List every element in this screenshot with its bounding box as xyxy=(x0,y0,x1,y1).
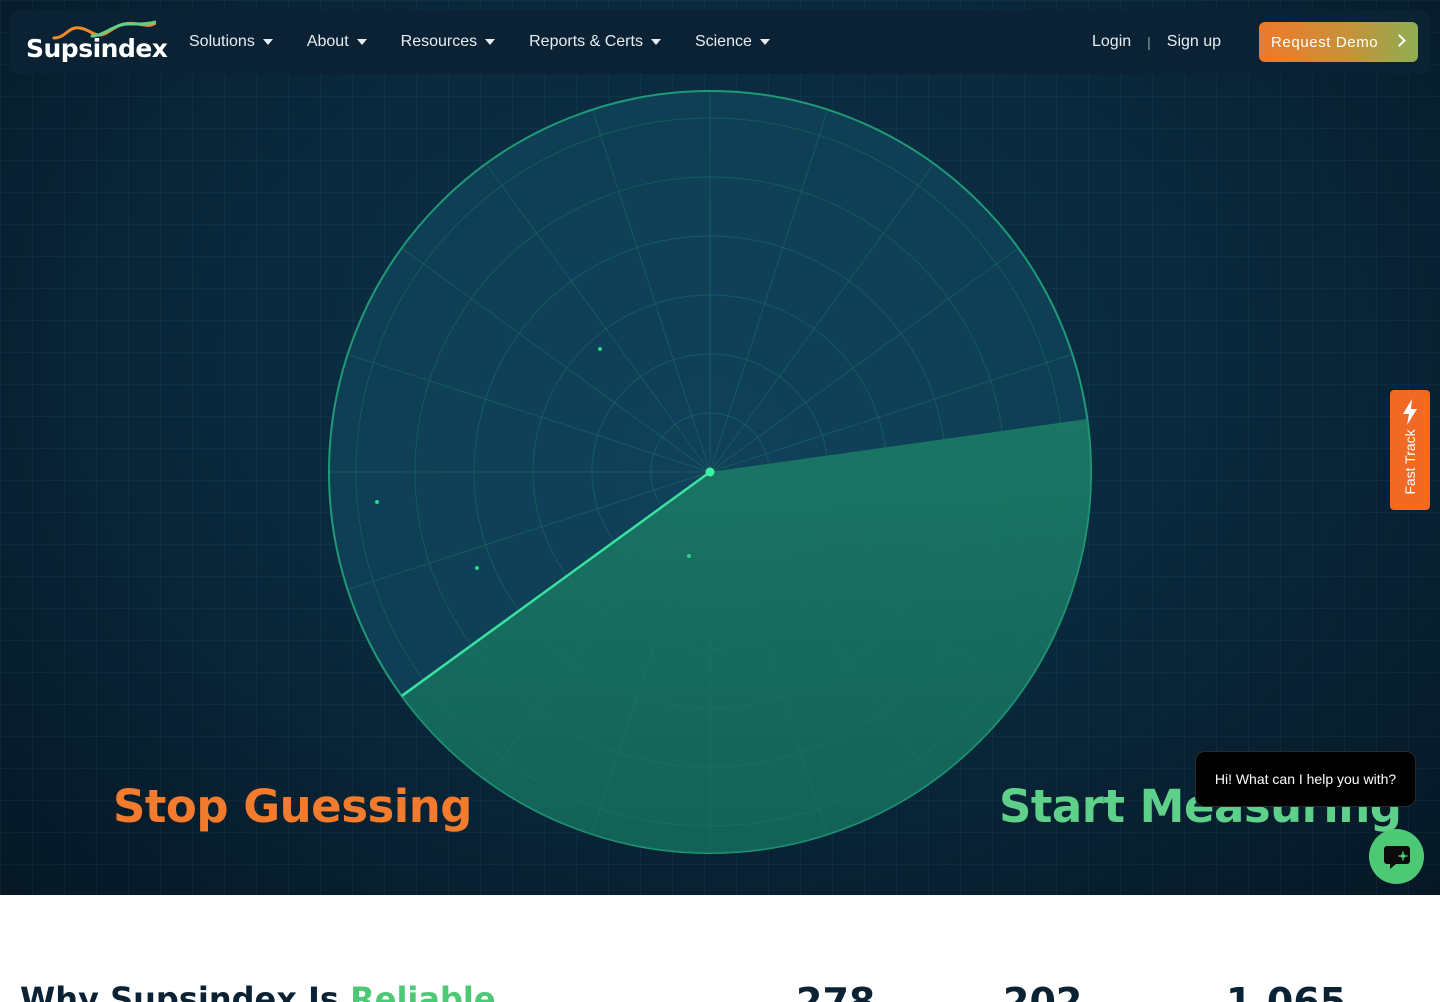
caret-down-icon xyxy=(650,39,661,45)
radar-center-dot xyxy=(705,467,715,477)
caret-down-icon xyxy=(759,39,770,45)
radar-blip xyxy=(687,554,691,558)
request-demo-label: Request Demo xyxy=(1271,33,1379,51)
nav-item-label: Solutions xyxy=(189,33,255,50)
main-nav: Solutions About Resources Reports & Cert… xyxy=(189,10,804,74)
fast-track-tab[interactable]: Fast Track xyxy=(1390,390,1430,510)
chat-icon xyxy=(1384,846,1410,869)
why-section-title: Why Supsindex Is Reliable xyxy=(20,980,496,1002)
chat-greeting-bubble[interactable]: Hi! What can I help you with? xyxy=(1195,751,1416,807)
why-title-prefix: Why Supsindex Is xyxy=(20,980,351,1002)
radar-blip xyxy=(375,500,379,504)
nav-item-label: Resources xyxy=(400,33,478,50)
caret-down-icon xyxy=(356,39,367,45)
radar-blip xyxy=(598,347,602,351)
auth-separator: | xyxy=(1147,34,1151,50)
nav-item-label: Science xyxy=(694,33,752,50)
signup-link[interactable]: Sign up xyxy=(1167,33,1221,51)
lightning-icon xyxy=(1403,399,1417,425)
nav-item-about[interactable]: About xyxy=(307,33,367,51)
nav-item-label: Reports & Certs xyxy=(529,33,643,50)
brand-logo[interactable]: Supsindex xyxy=(26,20,168,66)
stat-value: 202 xyxy=(1003,980,1083,1002)
top-navbar: Supsindex Solutions About Resources Repo… xyxy=(10,10,1430,74)
why-title-accent: Reliable xyxy=(350,980,496,1002)
nav-item-solutions[interactable]: Solutions xyxy=(189,33,273,51)
auth-links: Login | Sign up xyxy=(1092,10,1221,74)
caret-down-icon xyxy=(485,39,496,45)
nav-item-label: About xyxy=(306,33,349,50)
nav-item-science[interactable]: Science xyxy=(695,33,770,51)
radar-graphic xyxy=(328,90,1092,854)
request-demo-button[interactable]: Request Demo xyxy=(1259,22,1418,62)
hero-headline-left: Stop Guessing xyxy=(113,780,472,833)
chat-greeting-text: Hi! What can I help you with? xyxy=(1214,771,1397,787)
caret-down-icon xyxy=(262,39,273,45)
stat-value: 278 xyxy=(796,980,876,1002)
fast-track-label: Fast Track xyxy=(1402,429,1418,495)
nav-item-resources[interactable]: Resources xyxy=(400,33,496,51)
chat-launcher-button[interactable] xyxy=(1369,829,1424,884)
nav-item-reports-certs[interactable]: Reports & Certs xyxy=(529,33,661,51)
brand-name: Supsindex xyxy=(26,34,168,63)
chevron-right-icon xyxy=(1393,34,1406,47)
stat-value: 1,065 xyxy=(1226,980,1347,1002)
login-link[interactable]: Login xyxy=(1092,33,1131,51)
radar-blip xyxy=(475,566,479,570)
